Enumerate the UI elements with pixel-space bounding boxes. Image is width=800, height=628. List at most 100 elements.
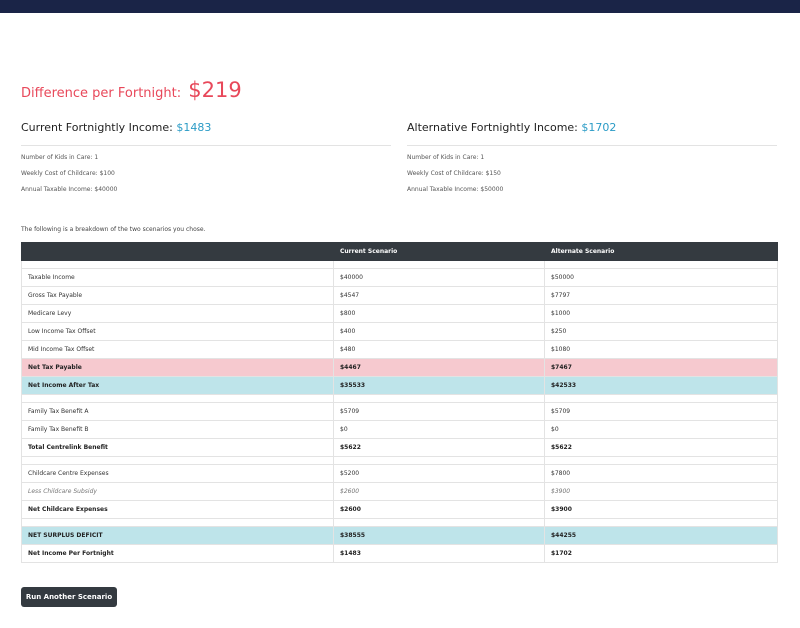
current-value-cell [333, 456, 545, 465]
table-row: Family Tax Benefit B $0 $0 [21, 420, 778, 439]
row-label-cell [21, 260, 334, 269]
row-label-cell: Net Income Per Fortnight [21, 544, 334, 563]
alternate-value-cell: $3900 [544, 500, 778, 519]
current-value-cell: $2600 [333, 482, 545, 501]
current-value-cell: $5622 [333, 438, 545, 457]
row-label-cell: Total Centrelink Benefit [21, 438, 334, 457]
difference-heading: Difference per Fortnight: $219 [21, 78, 242, 102]
top-nav-bar [0, 0, 800, 13]
difference-label: Difference per Fortnight: [21, 86, 182, 101]
row-label-cell: NET SURPLUS DEFICIT [21, 526, 334, 545]
alternative-income-panel: Alternative Fortnightly Income: $1702 Nu… [407, 121, 777, 198]
current-income-amount: $1483 [176, 121, 212, 134]
current-value-cell [333, 394, 545, 403]
current-value-cell: $38555 [333, 526, 545, 545]
current-value-cell: $5200 [333, 464, 545, 483]
divider [407, 145, 777, 146]
difference-value: $219 [188, 78, 242, 102]
current-value-cell: $1483 [333, 544, 545, 563]
table-row: Net Tax Payable $4467 $7467 [21, 358, 778, 377]
run-another-scenario-button[interactable]: Run Another Scenario [21, 587, 117, 607]
row-label-cell [21, 456, 334, 465]
alternative-kids-in-care: Number of Kids in Care: 1 [407, 154, 485, 161]
table-spacer-row [21, 394, 778, 403]
row-label-cell: Mid Income Tax Offset [21, 340, 334, 359]
row-label-cell: Net Childcare Expenses [21, 500, 334, 519]
divider [21, 145, 391, 146]
alternate-value-cell: $7467 [544, 358, 778, 377]
table-row: Medicare Levy $800 $1000 [21, 304, 778, 323]
alternate-value-cell: $1000 [544, 304, 778, 323]
current-value-cell: $35533 [333, 376, 545, 395]
table-spacer-row [21, 260, 778, 269]
alternate-value-cell: $5622 [544, 438, 778, 457]
current-income-panel: Current Fortnightly Income: $1483 Number… [21, 121, 391, 198]
table-row: Gross Tax Payable $4547 $7797 [21, 286, 778, 305]
row-label-cell [21, 394, 334, 403]
alternative-weekly-childcare-cost: Weekly Cost of Childcare: $150 [407, 170, 501, 177]
current-kids-in-care: Number of Kids in Care: 1 [21, 154, 99, 161]
table-row: Mid Income Tax Offset $480 $1080 [21, 340, 778, 359]
current-value-cell: $800 [333, 304, 545, 323]
table-row: Low Income Tax Offset $400 $250 [21, 322, 778, 341]
breakdown-intro: The following is a breakdown of the two … [21, 226, 206, 233]
breakdown-table: Current Scenario Alternate Scenario Taxa… [21, 242, 778, 563]
alternate-value-cell [544, 260, 778, 269]
current-value-cell: $4467 [333, 358, 545, 377]
table-row: Total Centrelink Benefit $5622 $5622 [21, 438, 778, 457]
current-value-cell [333, 518, 545, 527]
alternate-value-cell: $3900 [544, 482, 778, 501]
current-income-title: Current Fortnightly Income: $1483 [21, 121, 391, 140]
table-row: Net Childcare Expenses $2600 $3900 [21, 500, 778, 519]
current-value-cell: $40000 [333, 268, 545, 287]
alternative-income-label: Alternative Fortnightly Income: [407, 121, 578, 134]
current-value-cell: $400 [333, 322, 545, 341]
alternate-value-cell [544, 394, 778, 403]
current-value-cell: $4547 [333, 286, 545, 305]
alternate-value-cell: $1702 [544, 544, 778, 563]
alternate-value-cell: $44255 [544, 526, 778, 545]
table-row: Childcare Centre Expenses $5200 $7800 [21, 464, 778, 483]
column-header [21, 242, 334, 261]
alternative-income-amount: $1702 [581, 121, 617, 134]
row-label-cell: Family Tax Benefit B [21, 420, 334, 439]
table-row: Net Income Per Fortnight $1483 $1702 [21, 544, 778, 563]
row-label-cell: Less Childcare Subsidy [21, 482, 334, 501]
column-header-alternate: Alternate Scenario [544, 242, 778, 261]
alternate-value-cell: $250 [544, 322, 778, 341]
current-income-label: Current Fortnightly Income: [21, 121, 173, 134]
table-row: NET SURPLUS DEFICIT $38555 $44255 [21, 526, 778, 545]
table-spacer-row [21, 456, 778, 465]
row-label-cell: Medicare Levy [21, 304, 334, 323]
alternate-value-cell: $7800 [544, 464, 778, 483]
row-label-cell: Net Tax Payable [21, 358, 334, 377]
alternate-value-cell: $7797 [544, 286, 778, 305]
current-weekly-childcare-cost: Weekly Cost of Childcare: $100 [21, 170, 115, 177]
current-value-cell [333, 260, 545, 269]
table-row: Taxable Income $40000 $50000 [21, 268, 778, 287]
column-header-current: Current Scenario [333, 242, 545, 261]
alternate-value-cell: $5709 [544, 402, 778, 421]
alternate-value-cell [544, 456, 778, 465]
table-row: Family Tax Benefit A $5709 $5709 [21, 402, 778, 421]
alternative-income-title: Alternative Fortnightly Income: $1702 [407, 121, 777, 140]
alternative-annual-taxable-income: Annual Taxable Income: $50000 [407, 186, 504, 193]
current-value-cell: $5709 [333, 402, 545, 421]
row-label-cell: Low Income Tax Offset [21, 322, 334, 341]
row-label-cell: Childcare Centre Expenses [21, 464, 334, 483]
alternate-value-cell [544, 518, 778, 527]
row-label-cell: Taxable Income [21, 268, 334, 287]
alternate-value-cell: $0 [544, 420, 778, 439]
row-label-cell: Net Income After Tax [21, 376, 334, 395]
row-label-cell: Gross Tax Payable [21, 286, 334, 305]
current-value-cell: $480 [333, 340, 545, 359]
current-annual-taxable-income: Annual Taxable Income: $40000 [21, 186, 118, 193]
table-header-row: Current Scenario Alternate Scenario [21, 242, 778, 261]
row-label-cell: Family Tax Benefit A [21, 402, 334, 421]
alternate-value-cell: $50000 [544, 268, 778, 287]
alternate-value-cell: $1080 [544, 340, 778, 359]
table-spacer-row [21, 518, 778, 527]
current-value-cell: $2600 [333, 500, 545, 519]
alternate-value-cell: $42533 [544, 376, 778, 395]
table-row: Less Childcare Subsidy $2600 $3900 [21, 482, 778, 501]
